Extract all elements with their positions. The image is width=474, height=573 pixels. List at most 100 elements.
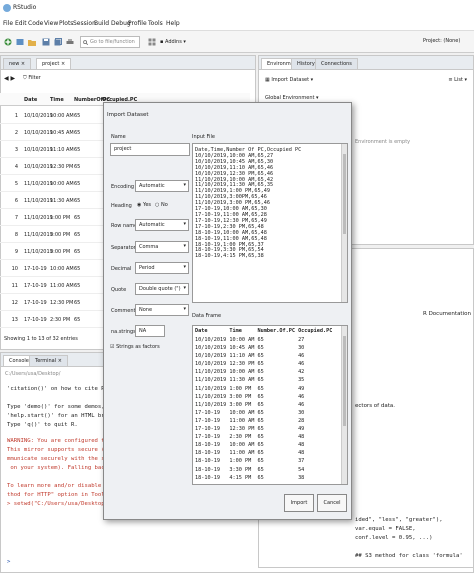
- heading-no-label: No: [160, 202, 168, 208]
- table-cell: 10/10/2019: [24, 147, 53, 153]
- console-path: C:/Users/usa/Desktop/: [5, 371, 61, 377]
- input-file-scroll-thumb[interactable]: [343, 154, 346, 234]
- menu-help[interactable]: Help: [166, 20, 180, 27]
- menu-plots[interactable]: Plots: [59, 20, 73, 27]
- search-icon: [83, 40, 88, 45]
- table-cell: 12:30 PM: [50, 300, 74, 306]
- comment-label: Comment: [111, 308, 136, 314]
- separator-select[interactable]: Comma: [135, 241, 189, 253]
- new-file-icon[interactable]: [4, 38, 12, 46]
- table-cell: 65: [74, 266, 81, 272]
- input-file-scrollbar[interactable]: [341, 144, 347, 302]
- entries-footer: Showing 1 to 13 of 32 entries: [4, 336, 78, 342]
- table-cell: 8: [14, 232, 18, 238]
- menu-profile[interactable]: Profile: [128, 20, 147, 27]
- addins-menu[interactable]: ▪ Addins ▾: [160, 39, 186, 45]
- window-title: RStudio: [13, 4, 37, 11]
- tab-terminal[interactable]: Terminal ×: [29, 355, 68, 366]
- main-toolbar: Go to file/function ▪ Addins ▾ Project: …: [0, 31, 474, 53]
- data-frame-scrollbar[interactable]: [341, 326, 347, 484]
- list-view-button[interactable]: ≡ List ▾: [448, 77, 467, 83]
- separator-label: Separator: [111, 245, 136, 251]
- addins-label: Addins: [164, 39, 182, 45]
- table-cell: 65: [74, 147, 81, 153]
- data-frame-rows: 10/10/2019 10:00 AM 65 27 10/10/2019 10:…: [195, 337, 305, 481]
- menu-build[interactable]: Build: [94, 20, 109, 27]
- save-icon[interactable]: [42, 38, 50, 46]
- table-cell: 2: [14, 130, 18, 136]
- table-cell: 65: [74, 198, 81, 204]
- table-cell: 65: [74, 317, 81, 323]
- project-menu[interactable]: Project: (None): [423, 38, 460, 44]
- menu-code[interactable]: Code: [28, 20, 43, 27]
- column-header[interactable]: Time: [50, 97, 64, 103]
- heading-no-radio[interactable]: ○ No: [155, 202, 168, 208]
- menu-view[interactable]: View: [44, 20, 58, 27]
- table-cell: 11/10/2019: [24, 198, 53, 204]
- table-cell: 6: [14, 198, 18, 204]
- table-cell: 65: [74, 113, 81, 119]
- table-cell: 13: [11, 317, 18, 323]
- goto-file-input[interactable]: Go to file/function: [80, 36, 140, 48]
- decimal-select[interactable]: Period: [135, 262, 189, 274]
- import-dataset-button[interactable]: ▦ Import Dataset ▾: [265, 77, 313, 83]
- table-cell: 65: [74, 283, 81, 289]
- heading-yes-label: Yes: [142, 202, 152, 208]
- table-cell: 11/10/2019: [24, 249, 53, 255]
- help-code: ided", "less", "greater"), var.equal = F…: [355, 517, 463, 559]
- print-icon[interactable]: [66, 38, 74, 46]
- strings-as-factors-checkbox[interactable]: ☑ Strings as factors: [110, 344, 160, 350]
- tab-connections[interactable]: Connections: [315, 58, 358, 69]
- table-cell: 12:30 PM: [50, 164, 74, 170]
- table-cell: 9: [14, 249, 18, 255]
- tab-new[interactable]: new ×: [3, 58, 32, 69]
- list-label: List: [454, 77, 463, 83]
- source-tabbar: new × project ×: [1, 56, 255, 70]
- data-frame-scroll-thumb[interactable]: [343, 336, 346, 426]
- table-cell: 10:00 AM: [50, 181, 74, 187]
- console-prompt[interactable]: >: [7, 558, 10, 567]
- quote-select[interactable]: Double quote ("): [135, 283, 189, 295]
- table-cell: 10:00 AM: [50, 113, 74, 119]
- tab-terminal-label: Terminal: [35, 358, 57, 364]
- comment-select[interactable]: None: [135, 304, 189, 316]
- import-button[interactable]: Import: [284, 494, 314, 512]
- menu-tools[interactable]: Tools: [148, 20, 163, 27]
- global-environment-dropdown[interactable]: Global Environment ▾: [265, 95, 319, 101]
- name-input[interactable]: project: [110, 143, 190, 156]
- menu-session[interactable]: Session: [73, 20, 96, 27]
- back-forward-icons[interactable]: ◀ ▶: [4, 75, 15, 82]
- save-all-icon[interactable]: [54, 38, 62, 46]
- column-header[interactable]: Date: [24, 97, 37, 103]
- table-cell: 11/10/2019: [24, 232, 53, 238]
- table-cell: 11/10/2019: [24, 181, 53, 187]
- heading-yes-radio[interactable]: ◉ Yes: [137, 202, 151, 208]
- menu-file[interactable]: File: [3, 20, 13, 27]
- open-folder-icon[interactable]: [28, 38, 36, 46]
- goto-file-placeholder: Go to file/function: [90, 39, 135, 45]
- rstudio-logo-icon: [3, 4, 11, 12]
- grid-icon[interactable]: [148, 38, 156, 46]
- menu-edit[interactable]: Edit: [15, 20, 27, 27]
- cancel-button[interactable]: Cancel: [317, 494, 347, 512]
- nastrings-label: na.strings: [111, 329, 136, 335]
- encoding-label: Encoding: [111, 184, 135, 190]
- table-cell: 10:00 AM: [50, 266, 74, 272]
- tab-project[interactable]: project ×: [36, 58, 72, 69]
- new-project-icon[interactable]: [16, 38, 24, 46]
- rownames-select[interactable]: Automatic: [135, 219, 189, 231]
- filter-button[interactable]: ⛉ Filter: [23, 75, 41, 81]
- data-frame-view[interactable]: Date Time Number.Of.PC Occupied.PC 10/10…: [192, 325, 348, 485]
- import-dataset-label: Import Dataset: [271, 77, 310, 83]
- table-cell: 4: [14, 164, 18, 170]
- input-file-view[interactable]: Date,Time,Number Of PC,Occupied PC 10/10…: [192, 143, 348, 303]
- table-cell: 1: [14, 113, 18, 119]
- table-cell: 7: [14, 215, 18, 221]
- radio-empty-icon: ○: [155, 202, 160, 208]
- nastrings-input[interactable]: NA: [135, 325, 165, 337]
- table-cell: 5: [14, 181, 18, 187]
- table-cell: 65: [74, 164, 81, 170]
- encoding-select[interactable]: Automatic: [135, 180, 189, 192]
- table-cell: 10:45 AM: [50, 130, 74, 136]
- table-cell: 11:30 AM: [50, 198, 74, 204]
